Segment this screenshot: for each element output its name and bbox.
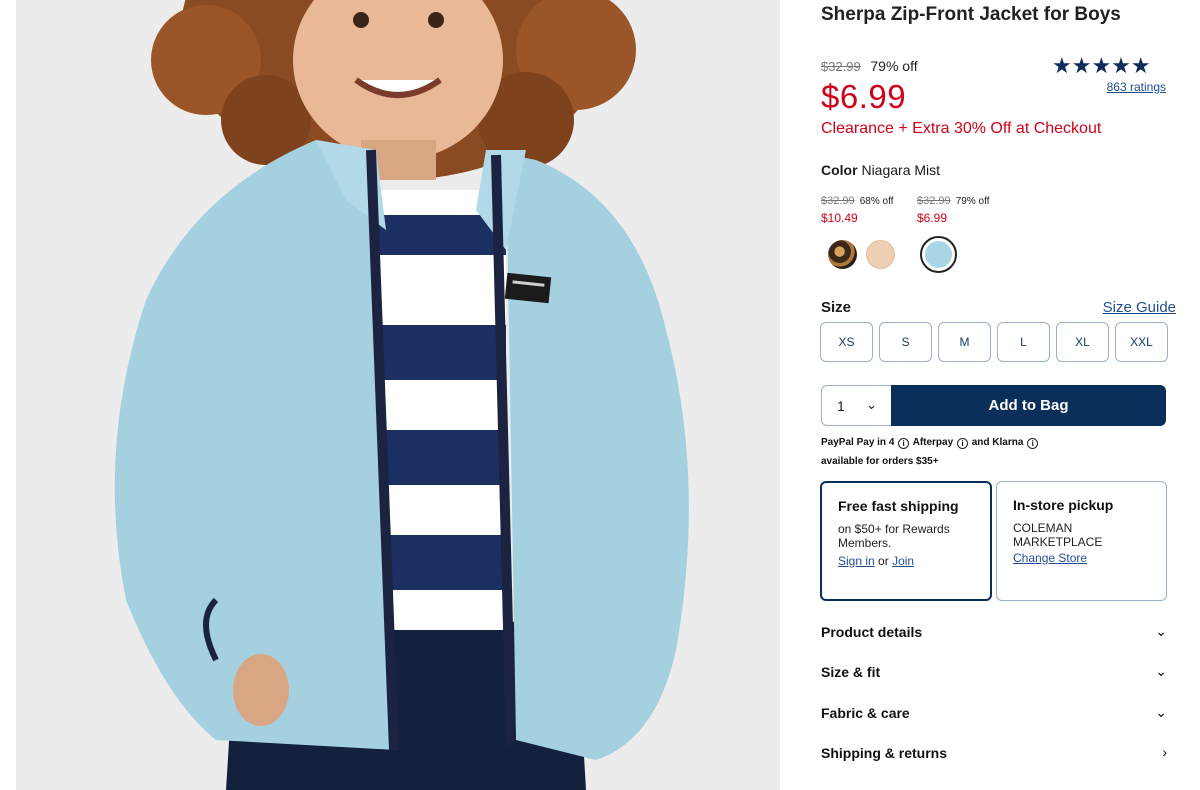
chevron-down-icon: ⌄ xyxy=(1155,663,1167,679)
color-label: Color xyxy=(821,162,858,178)
color-swatch-brown-pattern[interactable] xyxy=(828,240,857,269)
size-button-xs[interactable]: XS xyxy=(820,322,873,362)
afterpay-text: Afterpay xyxy=(912,437,954,448)
sign-in-link[interactable]: Sign in xyxy=(838,554,875,568)
accordion-shipping-returns[interactable]: Shipping & returns › xyxy=(821,744,1167,767)
shipping-links: Sign in or Join xyxy=(838,554,974,568)
info-icon[interactable]: i xyxy=(898,438,910,449)
chevron-down-icon: ⌄ xyxy=(866,397,877,412)
accordion-product-details[interactable]: Product details ⌄ xyxy=(821,623,1167,646)
size-button-m[interactable]: M xyxy=(938,322,991,362)
color-variant-price-1: $32.99 68% off $10.49 xyxy=(821,193,893,227)
pickup-title: In-store pickup xyxy=(1013,497,1114,513)
sale-price: $6.99 xyxy=(821,78,907,115)
chevron-down-icon: ⌄ xyxy=(1155,704,1167,720)
accordion-fabric-care[interactable]: Fabric & care ⌄ xyxy=(821,704,1167,727)
chevron-right-icon: › xyxy=(1162,744,1167,760)
quantity-value: 1 xyxy=(837,397,845,414)
klarna-text: Klarna xyxy=(992,437,1024,448)
color-selected-name: Niagara Mist xyxy=(861,162,941,178)
product-photo-illustration xyxy=(16,0,780,790)
color-swatch-niagara-mist[interactable] xyxy=(925,241,952,268)
size-label: Size xyxy=(821,299,852,316)
and-text: and xyxy=(971,437,990,448)
shipping-text: on $50+ for Rewards Members. xyxy=(838,522,950,550)
variant-original-price: $32.99 xyxy=(821,195,855,207)
product-image-area xyxy=(0,0,790,790)
rating-stars-icon[interactable]: ★★★★★ xyxy=(1052,54,1151,78)
color-variant-price-2: $32.99 79% off $6.99 xyxy=(917,193,989,227)
payment-availability: available for orders $35+ xyxy=(821,456,939,467)
size-guide-link[interactable]: Size Guide xyxy=(1103,299,1176,316)
variant-discount: 68% off xyxy=(859,196,894,207)
or-text: or xyxy=(878,554,889,568)
original-price: $32.99 xyxy=(821,59,861,74)
join-link[interactable]: Join xyxy=(892,554,914,568)
accordion-label: Product details xyxy=(821,624,923,640)
accordion-label: Shipping & returns xyxy=(821,745,947,761)
variant-original-price: $32.99 xyxy=(917,195,951,207)
pickup-option-card[interactable]: In-store pickup COLEMAN MARKETPLACE Chan… xyxy=(996,481,1167,601)
quantity-select[interactable]: 1 ⌄ xyxy=(821,385,891,426)
accordion-size-fit[interactable]: Size & fit ⌄ xyxy=(821,663,1167,686)
variant-discount: 79% off xyxy=(955,196,990,207)
accordion-label: Fabric & care xyxy=(821,705,910,721)
info-icon[interactable]: i xyxy=(956,438,968,449)
size-options: XS S M L XL XXL xyxy=(820,322,1168,362)
discount-percent: 79% off xyxy=(870,58,918,74)
add-to-bag-button[interactable]: Add to Bag xyxy=(891,385,1166,426)
variant-sale-price: $10.49 xyxy=(821,211,858,225)
info-icon[interactable]: i xyxy=(1027,438,1039,449)
chevron-down-icon: ⌄ xyxy=(1155,623,1167,639)
size-button-xxl[interactable]: XXL xyxy=(1115,322,1168,362)
shipping-option-card[interactable]: Free fast shipping on $50+ for Rewards M… xyxy=(820,481,992,601)
price-row: $32.99 79% off xyxy=(821,58,918,74)
pickup-store-name: COLEMAN MARKETPLACE xyxy=(1013,521,1103,549)
promo-text: Clearance + Extra 30% Off at Checkout xyxy=(821,120,1102,137)
shipping-title: Free fast shipping xyxy=(838,498,959,514)
change-store-link[interactable]: Change Store xyxy=(1013,551,1087,565)
color-row: Color Niagara Mist xyxy=(821,162,940,178)
color-swatch-peach[interactable] xyxy=(866,240,895,269)
ratings-link[interactable]: 863 ratings xyxy=(1107,80,1166,94)
payment-options: PayPal Pay in 4 i Afterpay i and Klarna … xyxy=(821,433,1039,471)
product-title: Sherpa Zip-Front Jacket for Boys xyxy=(821,4,1121,25)
paypal-text: PayPal Pay in 4 xyxy=(821,437,895,448)
product-info-panel: Sherpa Zip-Front Jacket for Boys $32.99 … xyxy=(790,0,1200,790)
product-photo[interactable] xyxy=(16,0,780,790)
size-button-s[interactable]: S xyxy=(879,322,932,362)
variant-sale-price: $6.99 xyxy=(917,211,948,225)
accordion-label: Size & fit xyxy=(821,664,881,680)
size-button-l[interactable]: L xyxy=(997,322,1050,362)
size-button-xl[interactable]: XL xyxy=(1056,322,1109,362)
